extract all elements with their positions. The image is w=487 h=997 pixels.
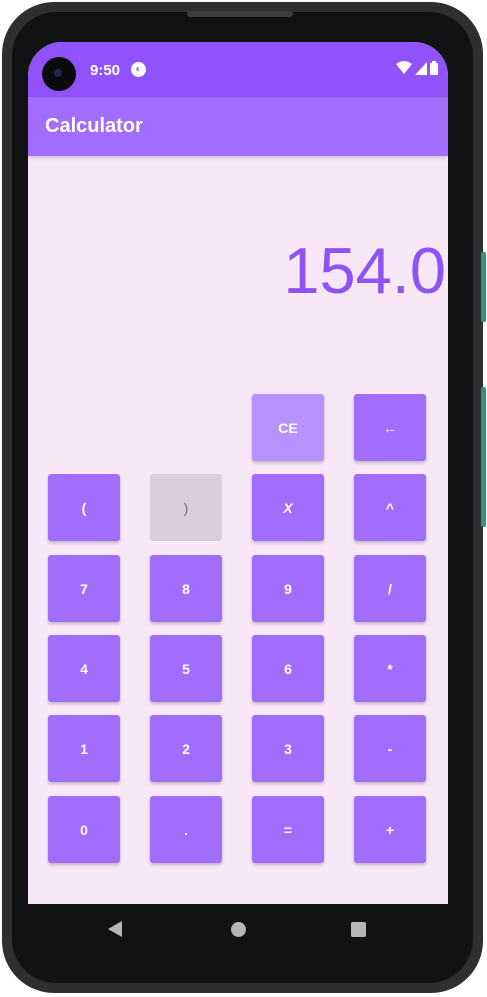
- digit-1-button[interactable]: 1: [48, 715, 120, 782]
- recents-icon[interactable]: [351, 922, 366, 937]
- multiply-button[interactable]: *: [354, 635, 426, 702]
- digit-0-button[interactable]: 0: [48, 796, 120, 863]
- display-value: 154.0: [283, 234, 446, 307]
- equals-button[interactable]: =: [252, 796, 324, 863]
- digit-5-button[interactable]: 5: [150, 635, 222, 702]
- notification-app-icon: ◐: [131, 62, 146, 77]
- status-time: 9:50: [90, 62, 121, 79]
- status-bar: 9:50 ◐: [28, 42, 448, 97]
- app-bar: Calculator: [28, 97, 448, 156]
- close-paren-button[interactable]: ): [150, 474, 222, 541]
- digit-4-button[interactable]: 4: [48, 635, 120, 702]
- open-paren-button[interactable]: (: [48, 474, 120, 541]
- app-screen: 9:50 ◐ Calculator 154.0 CE ← ( ) X ^ 7 8…: [28, 42, 448, 904]
- digit-6-button[interactable]: 6: [252, 635, 324, 702]
- front-camera: [42, 57, 76, 91]
- plus-button[interactable]: +: [354, 796, 426, 863]
- signal-icon: [415, 61, 427, 75]
- divide-button[interactable]: /: [354, 555, 426, 622]
- digit-2-button[interactable]: 2: [150, 715, 222, 782]
- battery-icon: [430, 61, 438, 75]
- minus-button[interactable]: -: [354, 715, 426, 782]
- decimal-button[interactable]: .: [150, 796, 222, 863]
- navigation-bar: [28, 904, 448, 956]
- back-icon[interactable]: [108, 921, 122, 937]
- clear-entry-button[interactable]: CE: [252, 394, 324, 461]
- app-title: Calculator: [45, 115, 143, 137]
- digit-9-button[interactable]: 9: [252, 555, 324, 622]
- home-icon[interactable]: [231, 922, 246, 937]
- result-display: 154.0: [28, 156, 448, 337]
- variable-x-button[interactable]: X: [252, 474, 324, 541]
- power-button[interactable]: ^: [354, 474, 426, 541]
- digit-7-button[interactable]: 7: [48, 555, 120, 622]
- power-button: [481, 387, 486, 527]
- system-icons: [396, 61, 438, 75]
- wifi-icon: [396, 61, 412, 74]
- digit-3-button[interactable]: 3: [252, 715, 324, 782]
- volume-button: [481, 252, 486, 322]
- digit-8-button[interactable]: 8: [150, 555, 222, 622]
- backspace-button[interactable]: ←: [354, 394, 426, 461]
- earpiece-speaker: [187, 11, 293, 17]
